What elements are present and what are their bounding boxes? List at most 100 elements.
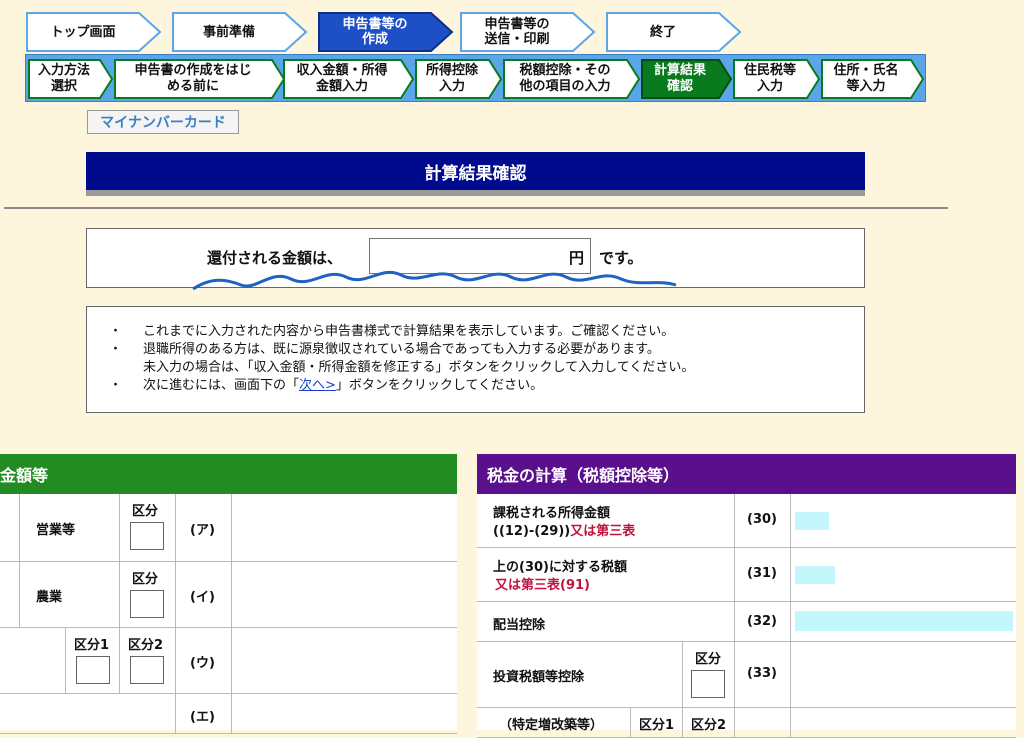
row-label: 投資税額等控除 — [493, 670, 585, 685]
step-finish[interactable]: 終了 — [606, 12, 742, 52]
kubun2-input[interactable] — [130, 656, 164, 684]
sub-step-before-start[interactable]: 申告書の作成をはじ める前に — [114, 59, 286, 99]
sub-step-resident-tax[interactable]: 住民税等 入力 — [733, 59, 821, 99]
value-cell — [791, 708, 1016, 738]
note-text: 」ボタンをクリックしてください。 — [335, 378, 544, 393]
table-cell: (30) — [735, 494, 791, 548]
mynumber-card-button[interactable]: マイナンバーカード — [87, 110, 239, 134]
row-code: (ウ) — [190, 656, 215, 671]
sub-step-income[interactable]: 収入金額・所得 金額入力 — [283, 59, 415, 99]
row-label: （特定増改築等） — [499, 718, 604, 733]
refund-box: 還付される金額は、 円 です。 — [86, 228, 865, 291]
step-label-top: トップ画面 — [50, 24, 116, 40]
notes-box: ・ これまでに入力された内容から申告書様式で計算結果を表示しています。ご確認くだ… — [86, 306, 865, 413]
row-note: 又は第三表 — [570, 524, 636, 539]
kubun2-label: 区分2 — [691, 718, 727, 733]
kubun-input[interactable] — [130, 522, 164, 550]
table-cell — [735, 708, 791, 738]
sub-step-label: 所得控除 入力 — [425, 63, 478, 94]
step-label-finish: 終了 — [649, 24, 676, 40]
table-cell: 区分 — [120, 562, 176, 628]
table-cell: (32) — [735, 602, 791, 642]
step-prepare[interactable]: 事前準備 — [172, 12, 308, 52]
table-cell: 区分1 — [631, 708, 683, 738]
row-note: 又は第三表(91) — [495, 578, 590, 593]
tax-calc-panel: 税金の計算（税額控除等） 課税される所得金額 ((12)-(29))又は第三表 … — [477, 454, 1016, 738]
masked-value — [795, 512, 829, 530]
table-cell: 区分 — [120, 494, 176, 562]
tax-calc-panel-header: 税金の計算（税額控除等） — [477, 454, 1016, 494]
note-line: 未入力の場合は、「収入金額・所得金額を修正する」ボタンをクリックして入力してくだ… — [143, 360, 695, 375]
income-panel: 金額等 営業等 区分 (ア) 農業 区分 (イ) 区分1 区分2 (ウ) (エ) — [0, 454, 457, 734]
table-cell: 上の(30)に対する税額 又は第三表(91) — [477, 548, 735, 602]
sub-step-label: 住民税等 入力 — [743, 63, 796, 94]
kubun-label: 区分 — [132, 504, 159, 519]
table-cell: 区分 — [683, 642, 735, 708]
table-cell: 営業等 — [20, 494, 120, 562]
sub-step-label: 計算結果 確認 — [653, 63, 706, 94]
row-code: (33) — [747, 666, 777, 681]
step-top[interactable]: トップ画面 — [26, 12, 162, 52]
value-cell — [232, 694, 457, 734]
bullet: ・ — [109, 378, 123, 393]
step-send-print[interactable]: 申告書等の 送信・印刷 — [460, 12, 596, 52]
sub-step-label: 住所・氏名 等入力 — [833, 63, 899, 94]
sub-step-label: 税額控除・その 他の項目の入力 — [519, 63, 611, 94]
sub-step-result-current: 計算結果 確認 — [641, 59, 733, 99]
masked-value — [795, 566, 835, 584]
row-formula: ((12)-(29)) — [493, 524, 571, 539]
row-code: (30) — [747, 512, 777, 527]
row-code: (イ) — [190, 590, 215, 605]
kubun1-label: 区分1 — [74, 638, 110, 653]
value-cell — [791, 642, 1016, 708]
value-cell — [791, 602, 1016, 642]
income-panel-header: 金額等 — [0, 454, 457, 494]
table-cell: 配当控除 — [477, 602, 735, 642]
panel-title: 金額等 — [0, 466, 49, 485]
table-cell: 農業 — [20, 562, 120, 628]
kubun-label: 区分 — [695, 652, 722, 667]
sub-step-tax-credit[interactable]: 税額控除・その 他の項目の入力 — [503, 59, 641, 99]
table-cell: 区分2 — [120, 628, 176, 694]
row-label: 課税される所得金額 — [493, 506, 611, 521]
sub-step-deduction[interactable]: 所得控除 入力 — [415, 59, 503, 99]
step-create-current: 申告書等の 作成 — [318, 12, 454, 52]
step-label-create: 申告書等の 作成 — [342, 17, 408, 47]
sub-step-label: 収入金額・所得 金額入力 — [296, 63, 388, 94]
table-cell: (ア) — [176, 494, 232, 562]
table-cell — [0, 562, 20, 628]
sub-step-label: 入力方法 選択 — [37, 63, 90, 94]
step-label-prepare: 事前準備 — [202, 24, 255, 40]
masked-value — [795, 611, 1013, 631]
row-code: (32) — [747, 614, 777, 629]
table-cell: 区分2 — [683, 708, 735, 738]
value-cell — [791, 494, 1016, 548]
note-line: 退職所得のある方は、既に源泉徴収されている場合であっても入力する必要があります。 — [143, 342, 660, 357]
row-label: 営業等 — [36, 523, 76, 538]
row-label: 上の(30)に対する税額 — [493, 560, 627, 575]
kubun-input[interactable] — [130, 590, 164, 618]
row-label: 配当控除 — [493, 618, 546, 633]
sub-step-input-method[interactable]: 入力方法 選択 — [28, 59, 114, 99]
kubun1-label: 区分1 — [639, 718, 675, 733]
note-text: 次に進むには、画面下の「 — [143, 378, 300, 393]
kubun1-input[interactable] — [76, 656, 110, 684]
redaction-scribble — [192, 270, 677, 291]
table-cell: 区分1 — [66, 628, 120, 694]
bullet: ・ — [109, 324, 123, 339]
value-cell — [232, 628, 457, 694]
kubun-input[interactable] — [691, 670, 725, 698]
next-link[interactable]: 次へ> — [299, 378, 336, 393]
row-code: (エ) — [190, 710, 215, 725]
value-cell — [232, 494, 457, 562]
sub-navigation: 入力方法 選択 申告書の作成をはじ める前に 収入金額・所得 金額入力 所得控除… — [25, 54, 926, 102]
value-cell — [791, 548, 1016, 602]
sub-step-label: 申告書の作成をはじ める前に — [134, 63, 252, 94]
row-code: (ア) — [190, 523, 215, 538]
table-cell — [0, 694, 176, 734]
note-line: これまでに入力された内容から申告書様式で計算結果を表示しています。ご確認ください… — [143, 324, 675, 339]
table-cell: (ウ) — [176, 628, 232, 694]
value-cell — [232, 562, 457, 628]
sub-step-address[interactable]: 住所・氏名 等入力 — [821, 59, 925, 99]
table-cell — [0, 628, 66, 694]
